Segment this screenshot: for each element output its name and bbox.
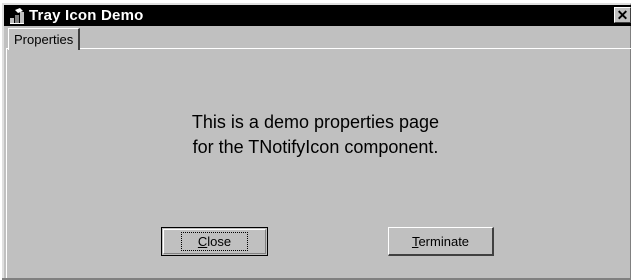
close-button-label: Close bbox=[180, 232, 249, 251]
message-line-2: for the TNotifyIcon component. bbox=[192, 137, 439, 157]
tab-properties[interactable]: Properties bbox=[8, 28, 81, 50]
tab-strip: Properties bbox=[6, 27, 631, 50]
terminate-button-label: Terminate bbox=[411, 233, 470, 249]
info-message: This is a demo properties page for the T… bbox=[0, 110, 631, 160]
window-title: Tray Icon Demo bbox=[29, 7, 144, 24]
message-line-1: This is a demo properties page bbox=[191, 112, 440, 132]
title-bar[interactable]: Tray Icon Demo ✕ bbox=[4, 5, 631, 26]
close-button[interactable]: Close bbox=[161, 227, 268, 256]
terminate-button[interactable]: Terminate bbox=[388, 227, 494, 256]
tray-app-icon bbox=[8, 7, 26, 25]
properties-page bbox=[6, 48, 631, 278]
close-icon[interactable]: ✕ bbox=[614, 7, 631, 23]
